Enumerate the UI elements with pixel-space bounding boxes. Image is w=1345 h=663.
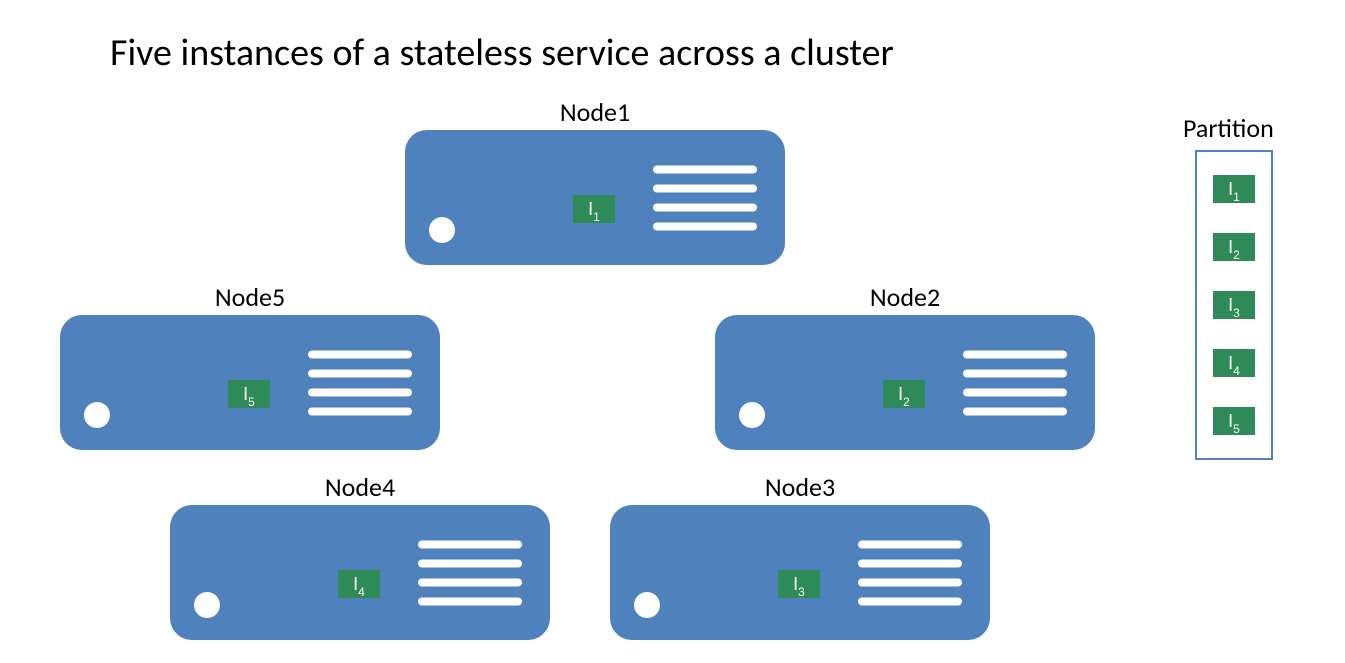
power-light-icon — [429, 217, 455, 243]
diagram-title: Five instances of a stateless service ac… — [110, 30, 894, 76]
instance-sub: 4 — [358, 585, 365, 599]
node-5-label: Node5 — [60, 281, 440, 313]
node-1: Node1 I1 — [405, 130, 785, 265]
node-3-label: Node3 — [610, 471, 990, 503]
node-2-label: Node2 — [715, 281, 1095, 313]
partition-item-3: I3 — [1213, 291, 1255, 319]
instance-sub: 1 — [1233, 190, 1240, 204]
partition-title: Partition — [1183, 112, 1274, 144]
node-1-label: Node1 — [405, 96, 785, 128]
vents-icon — [858, 540, 962, 605]
instance-sub: 1 — [593, 210, 600, 224]
instance-sub: 5 — [1233, 422, 1240, 436]
power-light-icon — [739, 402, 765, 428]
instance-sub: 4 — [1233, 364, 1240, 378]
partition-item-4: I4 — [1213, 349, 1255, 377]
power-light-icon — [194, 592, 220, 618]
node-4: Node4 I4 — [170, 505, 550, 640]
instance-badge-3: I3 — [778, 570, 820, 598]
instance-badge-4: I4 — [338, 570, 380, 598]
vents-icon — [308, 350, 412, 415]
vents-icon — [963, 350, 1067, 415]
node-3: Node3 I3 — [610, 505, 990, 640]
instance-badge-5: I5 — [228, 380, 270, 408]
partition-item-1: I1 — [1213, 175, 1255, 203]
node-4-label: Node4 — [170, 471, 550, 503]
instance-badge-2: I2 — [883, 380, 925, 408]
partition-box: I1 I2 I3 I4 I5 — [1195, 150, 1273, 460]
instance-sub: 3 — [1233, 306, 1240, 320]
partition-item-5: I5 — [1213, 407, 1255, 435]
instance-sub: 3 — [798, 585, 805, 599]
partition-item-2: I2 — [1213, 233, 1255, 261]
node-5: Node5 I5 — [60, 315, 440, 450]
vents-icon — [653, 165, 757, 230]
vents-icon — [418, 540, 522, 605]
instance-badge-1: I1 — [573, 195, 615, 223]
instance-sub: 5 — [248, 395, 255, 409]
instance-sub: 2 — [1233, 248, 1240, 262]
node-2: Node2 I2 — [715, 315, 1095, 450]
power-light-icon — [634, 592, 660, 618]
power-light-icon — [84, 402, 110, 428]
instance-sub: 2 — [903, 395, 910, 409]
